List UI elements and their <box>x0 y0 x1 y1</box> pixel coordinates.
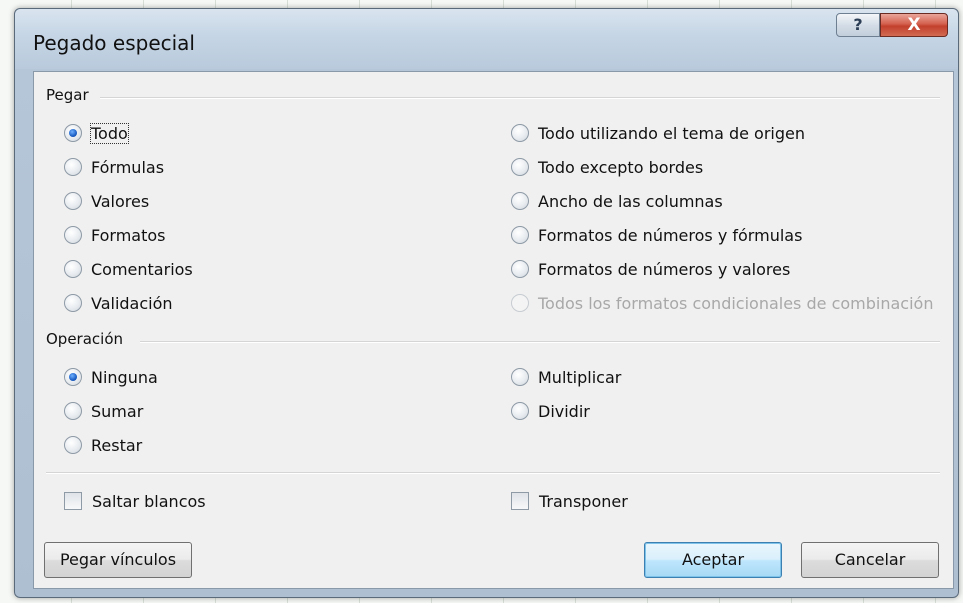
radio-operation-subtract[interactable]: Restar <box>64 433 142 457</box>
checkbox-label: Transponer <box>539 491 628 511</box>
checkbox-skip-blanks[interactable]: Saltar blancos <box>64 489 206 513</box>
option-label: Formatos <box>91 225 166 245</box>
radio-button-selected[interactable] <box>64 368 82 386</box>
group-label-operacion: Operación <box>46 330 130 348</box>
group-divider <box>100 97 940 99</box>
ok-button[interactable]: Aceptar <box>644 542 782 578</box>
radio-paste-formats[interactable]: Formatos <box>64 223 166 247</box>
radio-button[interactable] <box>511 124 529 142</box>
checkbox-label: Saltar blancos <box>92 491 206 511</box>
radio-button[interactable] <box>511 368 529 386</box>
option-label: Todos los formatos condicionales de comb… <box>538 293 934 313</box>
close-button[interactable]: X <box>880 13 948 37</box>
radio-paste-comments[interactable]: Comentarios <box>64 257 193 281</box>
radio-button-selected[interactable] <box>64 124 82 142</box>
paste-links-button[interactable]: Pegar vínculos <box>44 542 192 578</box>
option-label: Validación <box>91 293 173 313</box>
group-divider <box>140 341 940 343</box>
radio-button[interactable] <box>64 260 82 278</box>
radio-operation-multiply[interactable]: Multiplicar <box>511 365 621 389</box>
radio-paste-all-except-borders[interactable]: Todo excepto bordes <box>511 155 703 179</box>
option-label: Todo utilizando el tema de origen <box>538 123 806 143</box>
checkbox[interactable] <box>64 492 82 510</box>
help-button[interactable]: ? <box>836 13 880 37</box>
radio-paste-merge-conditional-formats: Todos los formatos condicionales de comb… <box>511 291 933 315</box>
checkbox[interactable] <box>511 492 529 510</box>
radio-button-disabled <box>511 294 529 312</box>
checkbox-transpose[interactable]: Transponer <box>511 489 628 513</box>
option-label: Todo excepto bordes <box>538 157 704 177</box>
help-icon: ? <box>853 15 863 34</box>
group-label-pegar: Pegar <box>46 86 95 104</box>
radio-button[interactable] <box>511 158 529 176</box>
dialog-body: Pegar Todo Fórmulas Valores Formatos Com… <box>33 71 954 589</box>
radio-button[interactable] <box>64 158 82 176</box>
radio-paste-number-formats-values[interactable]: Formatos de números y valores <box>511 257 790 281</box>
radio-paste-column-widths[interactable]: Ancho de las columnas <box>511 189 723 213</box>
option-label: Todo <box>90 122 129 144</box>
radio-button[interactable] <box>64 192 82 210</box>
radio-button[interactable] <box>64 436 82 454</box>
radio-operation-divide[interactable]: Dividir <box>511 399 590 423</box>
option-label: Ancho de las columnas <box>538 191 723 211</box>
option-label: Restar <box>91 435 143 455</box>
section-divider <box>46 472 940 474</box>
radio-operation-add[interactable]: Sumar <box>64 399 143 423</box>
radio-button[interactable] <box>64 294 82 312</box>
title-bar[interactable]: Pegado especial ? X <box>15 9 958 69</box>
option-label: Sumar <box>91 401 144 421</box>
option-label: Formatos de números y valores <box>538 259 791 279</box>
radio-button[interactable] <box>511 260 529 278</box>
option-label: Ninguna <box>91 367 158 387</box>
radio-button[interactable] <box>511 402 529 420</box>
radio-button[interactable] <box>511 192 529 210</box>
dialog-title: Pegado especial <box>33 31 195 55</box>
radio-paste-all-source-theme[interactable]: Todo utilizando el tema de origen <box>511 121 805 145</box>
radio-button[interactable] <box>64 226 82 244</box>
option-label: Valores <box>91 191 150 211</box>
radio-paste-number-formats-formulas[interactable]: Formatos de números y fórmulas <box>511 223 802 247</box>
radio-paste-validation[interactable]: Validación <box>64 291 173 315</box>
option-label: Multiplicar <box>538 367 622 387</box>
cancel-button[interactable]: Cancelar <box>801 542 939 578</box>
close-icon: X <box>907 15 921 35</box>
option-label: Fórmulas <box>91 157 165 177</box>
option-label: Comentarios <box>91 259 193 279</box>
option-label: Dividir <box>538 401 590 421</box>
radio-operation-none[interactable]: Ninguna <box>64 365 158 389</box>
radio-paste-all[interactable]: Todo <box>64 121 129 145</box>
option-label: Formatos de números y fórmulas <box>538 225 803 245</box>
radio-paste-formulas[interactable]: Fórmulas <box>64 155 164 179</box>
radio-button[interactable] <box>511 226 529 244</box>
paste-special-dialog: Pegado especial ? X Pegar Todo Fórmulas … <box>14 8 959 598</box>
radio-paste-values[interactable]: Valores <box>64 189 149 213</box>
radio-button[interactable] <box>64 402 82 420</box>
